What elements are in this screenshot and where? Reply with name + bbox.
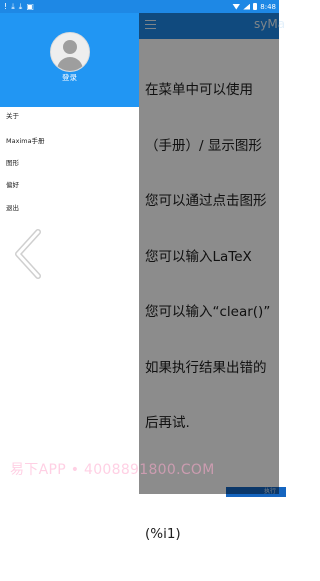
drawer-item-about[interactable]: 关于: [6, 110, 19, 120]
navigation-drawer: 登录 关于 Maxima手册 图形 偏好 退出: [0, 13, 139, 494]
avatar[interactable]: [50, 32, 90, 72]
alert-icon: !: [4, 1, 8, 11]
login-label[interactable]: 登录: [0, 72, 139, 83]
back-arrow-icon[interactable]: [13, 229, 43, 279]
drawer-header: 登录: [0, 13, 139, 107]
status-right-icons: 8:48: [232, 3, 279, 11]
signal-icon: [243, 3, 251, 10]
download-icon: ⤓: [11, 1, 15, 11]
drawer-item-maxima-manual[interactable]: Maxima手册: [6, 135, 45, 145]
status-bar: ! ⤓ ⤓ ▣ 8:48: [0, 0, 279, 13]
battery-icon: [253, 3, 258, 10]
status-time: 8:48: [260, 2, 276, 11]
drawer-item-graph[interactable]: 图形: [6, 157, 19, 167]
input-prompt[interactable]: (%i1): [145, 525, 320, 544]
watermark-text: 易下APP • 4008891800.COM: [10, 462, 215, 478]
user-icon: [63, 40, 77, 54]
drawer-item-exit[interactable]: 退出: [6, 202, 19, 212]
wifi-icon: [232, 3, 241, 10]
drawer-item-preferences[interactable]: 偏好: [6, 179, 19, 189]
user-icon-body: [57, 57, 83, 71]
download-icon: ⤓: [18, 1, 23, 11]
status-left-icons: ! ⤓ ⤓ ▣: [0, 1, 34, 11]
sim-icon: ▣: [26, 1, 34, 11]
